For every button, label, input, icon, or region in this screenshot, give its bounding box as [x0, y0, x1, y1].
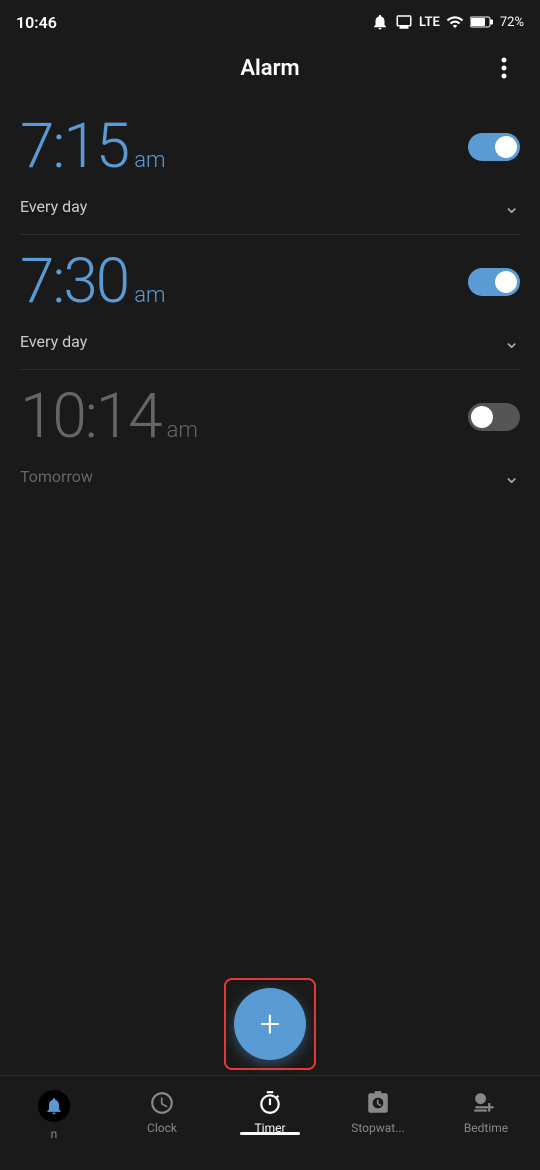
header: Alarm [0, 44, 540, 100]
alarm-chevron-3[interactable]: ⌄ [503, 464, 520, 488]
bedtime-nav-icon [473, 1090, 499, 1116]
alarm-chevron-1[interactable]: ⌄ [503, 194, 520, 218]
nav-label-alarm: n [51, 1127, 58, 1141]
alarm-top-row-1: 7:15 am [20, 116, 520, 178]
alarm-time-2[interactable]: 7:30 am [20, 251, 166, 313]
toggle-knob-2 [495, 271, 517, 293]
fab-highlight: + [224, 978, 316, 1070]
alarm-ampm-3: am [167, 418, 198, 443]
alarm-item: 10:14 am Tomorrow ⌄ [20, 370, 520, 504]
alarm-ampm-1: am [134, 148, 165, 173]
battery-label: 72% [500, 15, 524, 30]
alarm-schedule-2: Every day [20, 332, 87, 351]
alarm-nav-icon-wrap [38, 1090, 70, 1122]
clock-nav-icon [149, 1090, 175, 1116]
screen-icon [395, 13, 413, 31]
lte-label: LTE [419, 15, 440, 30]
add-alarm-button[interactable]: + [234, 988, 306, 1060]
alarm-chevron-2[interactable]: ⌄ [503, 329, 520, 353]
alarm-toggle-2[interactable] [468, 268, 520, 296]
alarm-bottom-row-2: Every day ⌄ [20, 321, 520, 365]
battery-icon [470, 13, 494, 31]
alarm-toggle-3[interactable] [468, 403, 520, 431]
alarm-top-row-2: 7:30 am [20, 251, 520, 313]
alarm-bottom-row-1: Every day ⌄ [20, 186, 520, 230]
alarm-top-row-3: 10:14 am [20, 386, 520, 448]
alarm-list: 7:15 am Every day ⌄ 7:30 am Every day ⌄ [0, 100, 540, 504]
alarm-ampm-2: am [134, 283, 165, 308]
alarm-bottom-row-3: Tomorrow ⌄ [20, 456, 520, 500]
alarm-nav-icon [44, 1096, 64, 1116]
nav-item-alarm[interactable]: n [0, 1086, 108, 1141]
toggle-knob-1 [495, 136, 517, 158]
bottom-nav: n Clock Timer Stopwat... Bedtime [0, 1075, 540, 1170]
signal-icon [446, 13, 464, 31]
status-bar: 10:46 LTE 72% [0, 0, 540, 44]
alarm-status-icon [371, 13, 389, 31]
nav-item-clock[interactable]: Clock [108, 1086, 216, 1135]
status-icons: LTE 72% [371, 13, 524, 31]
timer-nav-icon [257, 1090, 283, 1116]
toggle-knob-3 [471, 406, 493, 428]
nav-underline-timer [240, 1132, 300, 1135]
alarm-digits-1: 7:15 [20, 116, 128, 178]
nav-item-timer[interactable]: Timer [216, 1086, 324, 1135]
more-options-button[interactable] [488, 52, 520, 84]
alarm-time-3[interactable]: 10:14 am [20, 386, 198, 448]
alarm-time-1[interactable]: 7:15 am [20, 116, 166, 178]
status-time: 10:46 [16, 13, 57, 32]
alarm-toggle-1[interactable] [468, 133, 520, 161]
alarm-digits-3: 10:14 [20, 386, 161, 448]
alarm-item: 7:30 am Every day ⌄ [20, 235, 520, 370]
nav-label-stopwatch: Stopwat... [351, 1121, 404, 1135]
alarm-digits-2: 7:30 [20, 251, 128, 313]
nav-item-bedtime[interactable]: Bedtime [432, 1086, 540, 1135]
alarm-schedule-3: Tomorrow [20, 467, 93, 486]
stopwatch-nav-icon [365, 1090, 391, 1116]
alarm-schedule-1: Every day [20, 197, 87, 216]
nav-label-clock: Clock [147, 1121, 177, 1135]
nav-label-bedtime: Bedtime [464, 1121, 508, 1135]
alarm-item: 7:15 am Every day ⌄ [20, 100, 520, 235]
nav-item-stopwatch[interactable]: Stopwat... [324, 1086, 432, 1135]
add-alarm-fab-container: + [224, 978, 316, 1070]
add-icon: + [260, 1006, 280, 1042]
more-icon [501, 56, 507, 80]
page-title: Alarm [52, 56, 488, 81]
